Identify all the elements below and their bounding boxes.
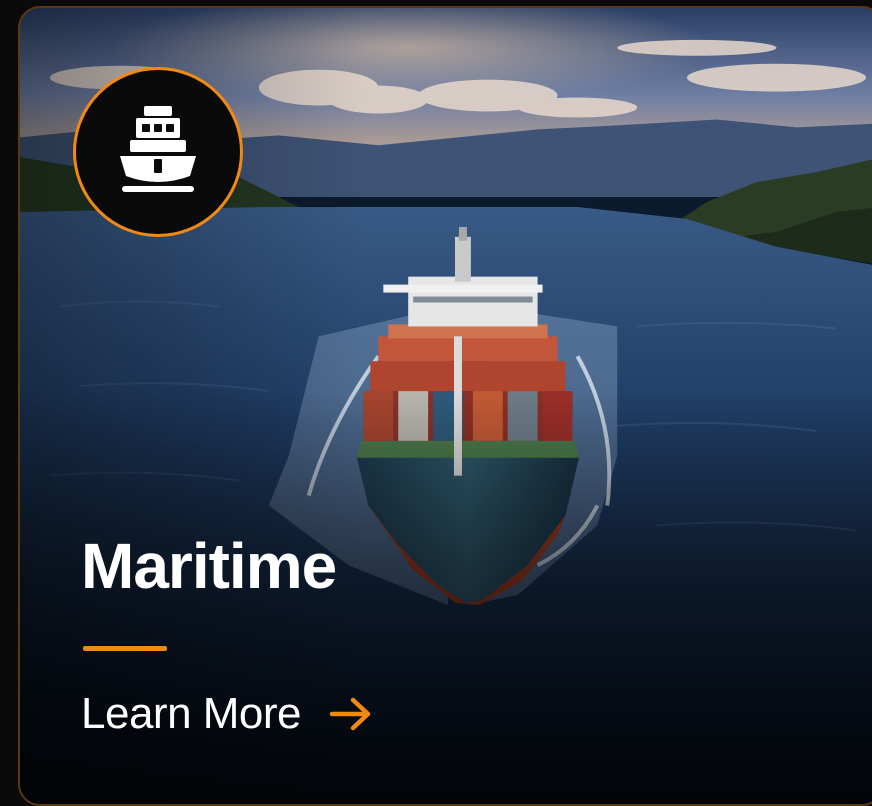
- arrow-right-icon: [329, 697, 371, 731]
- category-badge: [73, 67, 243, 237]
- ship-icon: [120, 106, 196, 192]
- card-title: Maritime: [81, 530, 337, 602]
- learn-more-link[interactable]: Learn More: [81, 692, 373, 736]
- learn-more-label: Learn More: [81, 689, 302, 738]
- maritime-card[interactable]: Maritime Learn More: [18, 6, 872, 806]
- title-underline: [83, 646, 167, 651]
